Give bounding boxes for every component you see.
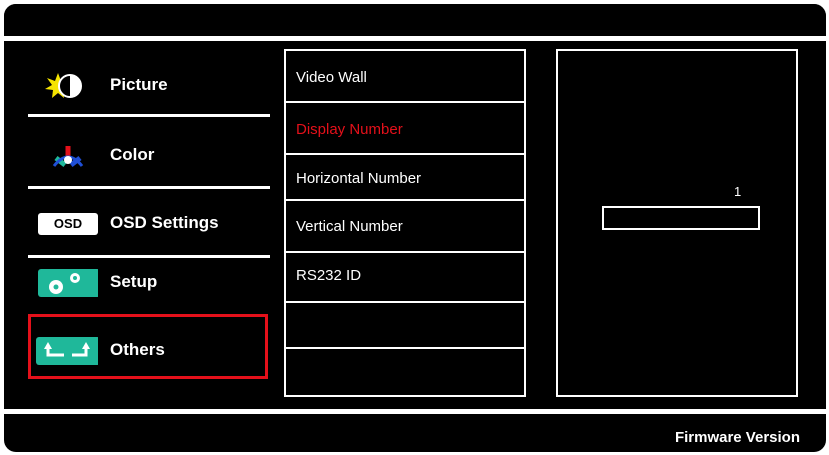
submenu-item-rs232-id[interactable]: RS232 ID — [286, 253, 524, 301]
submenu-item-label: RS232 ID — [296, 267, 362, 284]
osd-header — [4, 4, 826, 36]
value-slider[interactable] — [602, 206, 760, 230]
submenu-item-display-number[interactable]: Display Number — [286, 103, 524, 153]
submenu-divider — [286, 347, 524, 349]
menu-item-label: Picture — [110, 75, 168, 94]
gears-icon — [34, 269, 100, 297]
menu-divider — [28, 186, 270, 189]
menu-item-label: Setup — [110, 272, 158, 291]
rgb-color-icon — [34, 142, 98, 170]
osd-icon-text: OSD — [38, 213, 98, 235]
menu-item-picture[interactable]: Picture — [28, 60, 270, 110]
menu-item-color[interactable]: Color — [28, 130, 270, 180]
value-panel: 1 — [556, 49, 798, 397]
submenu-panel: Video Wall Display Number Horizontal Num… — [284, 49, 526, 397]
menu-item-setup[interactable]: Setup — [28, 257, 270, 307]
menu-item-label: OSD Settings — [110, 213, 219, 232]
menu-divider — [28, 114, 270, 117]
menu-item-label: Color — [110, 145, 155, 164]
display-number-value: 1 — [734, 184, 742, 199]
firmware-version-label: Firmware Version — [674, 429, 800, 446]
submenu-item-horizontal-number[interactable]: Horizontal Number — [286, 155, 524, 199]
osd-menu: Picture Color OSD OSD Settings Setup Oth… — [4, 4, 826, 452]
submenu-item-video-wall[interactable]: Video Wall — [286, 51, 524, 101]
submenu-item-empty — [286, 303, 524, 347]
osd-footer: Firmware Version — [4, 414, 826, 452]
submenu-item-label: Display Number — [296, 121, 403, 138]
arrows-icon — [34, 337, 100, 365]
osd-icon: OSD — [34, 210, 98, 238]
brightness-contrast-icon — [34, 72, 98, 100]
submenu-item-label: Video Wall — [296, 69, 367, 86]
menu-item-osd-settings[interactable]: OSD OSD Settings — [28, 198, 270, 248]
menu-item-others[interactable]: Others — [28, 325, 270, 375]
menu-item-label: Others — [110, 340, 165, 359]
submenu-item-label: Vertical Number — [296, 218, 403, 235]
header-divider — [4, 36, 826, 41]
submenu-item-label: Horizontal Number — [296, 170, 422, 187]
submenu-item-vertical-number[interactable]: Vertical Number — [286, 201, 524, 251]
